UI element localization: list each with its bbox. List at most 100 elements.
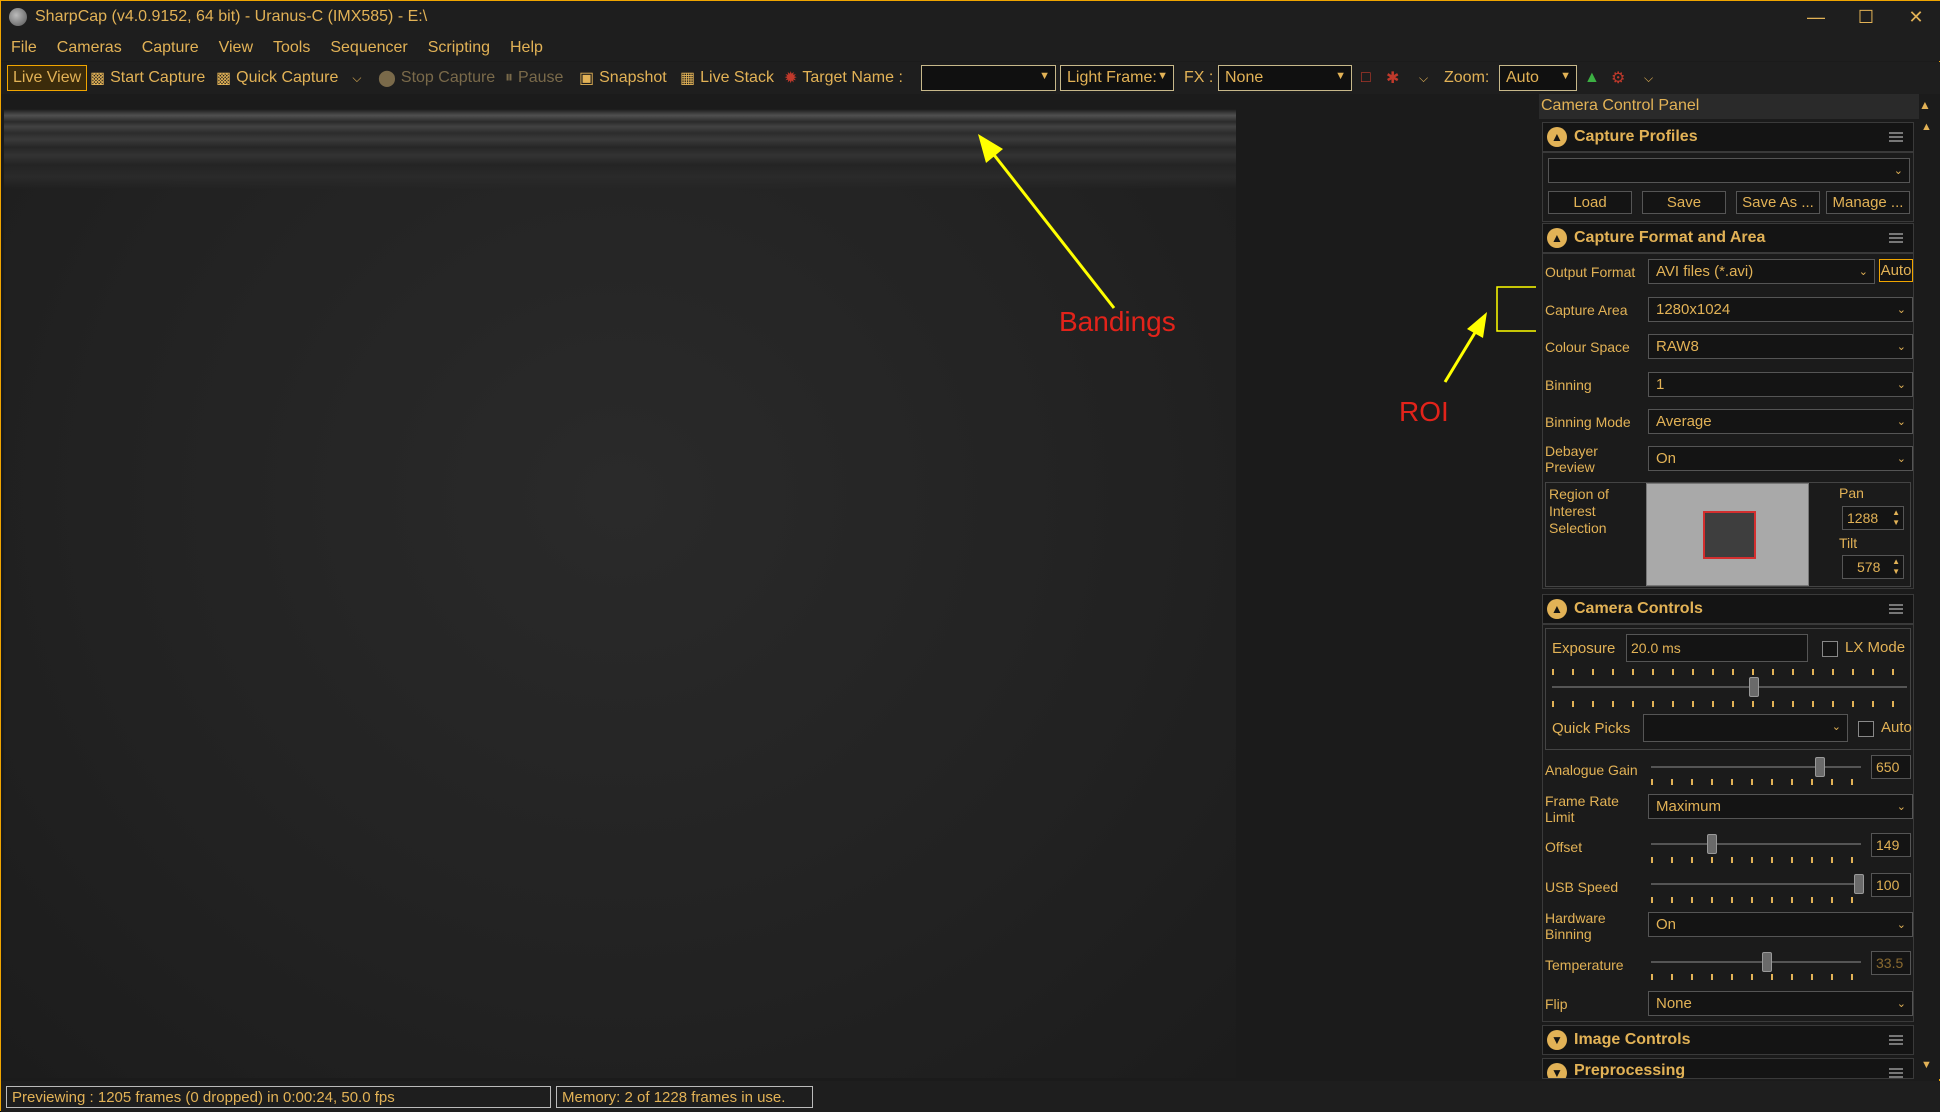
- chevron-up-icon: ▲: [1547, 228, 1567, 248]
- usb-speed-input[interactable]: 100: [1871, 873, 1911, 897]
- capture-format-title: Capture Format and Area: [1574, 229, 1766, 246]
- flip-select[interactable]: None ⌄: [1648, 991, 1913, 1016]
- scroll-up-icon[interactable]: ▲: [1921, 121, 1932, 133]
- auto-format-button[interactable]: Auto: [1879, 259, 1913, 282]
- debayer-preview-select[interactable]: On ⌄: [1648, 446, 1913, 471]
- auto-exposure-label: Auto: [1881, 719, 1912, 736]
- manage-button[interactable]: Manage ...: [1826, 191, 1910, 214]
- usb-speed-value: 100: [1876, 877, 1900, 893]
- offset-input[interactable]: 149: [1871, 833, 1911, 857]
- preprocessing-header[interactable]: ▼ Preprocessing: [1542, 1058, 1914, 1079]
- pin-icon[interactable]: ▲: [1919, 98, 1931, 112]
- chevron-up-icon: ▲: [1547, 127, 1567, 147]
- binning-mode-value: Average: [1656, 413, 1712, 430]
- offset-slider-thumb[interactable]: [1707, 834, 1717, 854]
- capture-profiles-header[interactable]: ▲ Capture Profiles: [1542, 122, 1914, 152]
- exposure-ticks-top: [1552, 669, 1907, 675]
- usb-speed-slider-thumb[interactable]: [1854, 874, 1864, 894]
- save-as-button[interactable]: Save As ...: [1736, 191, 1820, 214]
- exposure-slider-thumb[interactable]: [1749, 677, 1759, 697]
- profile-select[interactable]: ⌄: [1548, 158, 1910, 183]
- hamburger-menu-icon[interactable]: [1889, 233, 1903, 243]
- binning-mode-select[interactable]: Average ⌄: [1648, 409, 1913, 434]
- preprocessing-title: Preprocessing: [1574, 1062, 1686, 1079]
- chevron-down-icon: ⌄: [1893, 165, 1903, 177]
- load-label: Load: [1573, 194, 1607, 211]
- save-label: Save: [1666, 194, 1702, 211]
- panel-title-text: Camera Control Panel: [1541, 97, 1700, 114]
- image-controls-header[interactable]: ▼ Image Controls: [1542, 1025, 1914, 1055]
- save-button[interactable]: Save: [1642, 191, 1726, 214]
- bandings-arrowhead: [978, 134, 1003, 163]
- capture-format-section: Output Format AVI files (*.avi) ⌄ Auto Ca…: [1542, 253, 1914, 589]
- chevron-down-icon: ⌄: [1831, 721, 1841, 733]
- temperature-value: 33.5: [1876, 955, 1904, 971]
- load-button[interactable]: Load: [1548, 191, 1632, 214]
- analogue-gain-slider-track[interactable]: [1651, 766, 1861, 768]
- tilt-stepper[interactable]: 578 ▲ ▼: [1842, 555, 1904, 579]
- chevron-down-icon: ⌄: [1896, 304, 1906, 316]
- lx-mode-label: LX Mode: [1845, 639, 1906, 656]
- colour-space-select[interactable]: RAW8 ⌄: [1648, 334, 1913, 359]
- capture-area-select[interactable]: 1280x1024 ⌄: [1648, 297, 1913, 322]
- stepper-arrows-icon[interactable]: ▲ ▼: [1892, 557, 1900, 577]
- offset-slider-track[interactable]: [1651, 843, 1861, 845]
- scroll-down-icon[interactable]: ▼: [1921, 1059, 1932, 1071]
- roi-label-1: Region of: [1549, 486, 1609, 502]
- temperature-slider-track: [1651, 961, 1861, 963]
- offset-value: 149: [1876, 837, 1900, 853]
- colour-space-value: RAW8: [1656, 338, 1699, 355]
- debayer-label-2: Preview: [1545, 459, 1595, 475]
- roi-arrow: [1443, 330, 1478, 383]
- camera-controls-header[interactable]: ▲ Camera Controls: [1542, 594, 1914, 624]
- hw-binning-label-1: Hardware: [1545, 910, 1606, 926]
- auto-exposure-checkbox[interactable]: [1858, 721, 1874, 737]
- quick-picks-select[interactable]: ⌄: [1643, 714, 1848, 742]
- temperature-slider-thumb: [1762, 952, 1772, 972]
- hw-binning-select[interactable]: On ⌄: [1648, 912, 1913, 937]
- camera-controls-title: Camera Controls: [1574, 600, 1703, 617]
- hamburger-menu-icon[interactable]: [1889, 132, 1903, 142]
- colour-space-label: Colour Space: [1545, 339, 1630, 355]
- bandings-arrow: [989, 150, 1116, 309]
- usb-speed-slider-track[interactable]: [1651, 883, 1861, 885]
- roi-sensor-preview[interactable]: [1646, 483, 1809, 586]
- save-as-label: Save As ...: [1742, 194, 1814, 211]
- temperature-readout: 33.5: [1871, 951, 1911, 975]
- capture-area-value: 1280x1024: [1656, 301, 1731, 318]
- roi-annotation: ROI: [1399, 396, 1449, 427]
- output-format-label: Output Format: [1545, 264, 1636, 280]
- analogue-gain-label: Analogue Gain: [1545, 762, 1638, 778]
- lx-mode-checkbox[interactable]: [1822, 641, 1838, 657]
- chevron-down-icon: ▼: [1547, 1063, 1567, 1078]
- analogue-gain-slider-thumb[interactable]: [1815, 757, 1825, 777]
- flip-value: None: [1656, 995, 1692, 1012]
- exposure-slider-track[interactable]: [1552, 686, 1907, 688]
- usb-speed-ticks: [1651, 897, 1861, 903]
- roi-rectangle[interactable]: [1703, 511, 1756, 559]
- capture-format-header[interactable]: ▲ Capture Format and Area: [1542, 223, 1914, 253]
- preview-status: Previewing : 1205 frames (0 dropped) in …: [6, 1086, 551, 1108]
- tilt-label: Tilt: [1839, 535, 1858, 551]
- pan-stepper[interactable]: 1288 ▲ ▼: [1842, 506, 1904, 530]
- exposure-input[interactable]: 20.0 ms: [1626, 634, 1808, 662]
- chevron-down-icon: ⌄: [1896, 919, 1906, 931]
- status-bar: Previewing : 1205 frames (0 dropped) in …: [1, 1081, 1940, 1112]
- exposure-label: Exposure: [1552, 640, 1616, 657]
- hamburger-menu-icon[interactable]: [1889, 1035, 1903, 1045]
- binning-select[interactable]: 1 ⌄: [1648, 372, 1913, 397]
- analogue-gain-value: 650: [1876, 759, 1900, 775]
- roi-arrowhead: [1467, 312, 1487, 338]
- roi-label-2: Interest: [1549, 503, 1596, 519]
- sharpcap-window: SharpCap (v4.0.9152, 64 bit) - Uranus-C …: [0, 0, 1940, 1112]
- frame-rate-select[interactable]: Maximum ⌄: [1648, 794, 1913, 819]
- output-format-select[interactable]: AVI files (*.avi) ⌄: [1648, 259, 1875, 284]
- frame-rate-label-2: Limit: [1545, 809, 1575, 825]
- analogue-gain-input[interactable]: 650: [1871, 755, 1911, 779]
- capture-area-label: Capture Area: [1545, 302, 1628, 318]
- panel-scrollbar[interactable]: [1919, 119, 1939, 1077]
- hw-binning-value: On: [1656, 916, 1677, 933]
- hamburger-menu-icon[interactable]: [1889, 604, 1903, 614]
- stepper-arrows-icon[interactable]: ▲ ▼: [1892, 508, 1900, 528]
- hamburger-menu-icon[interactable]: [1889, 1068, 1903, 1078]
